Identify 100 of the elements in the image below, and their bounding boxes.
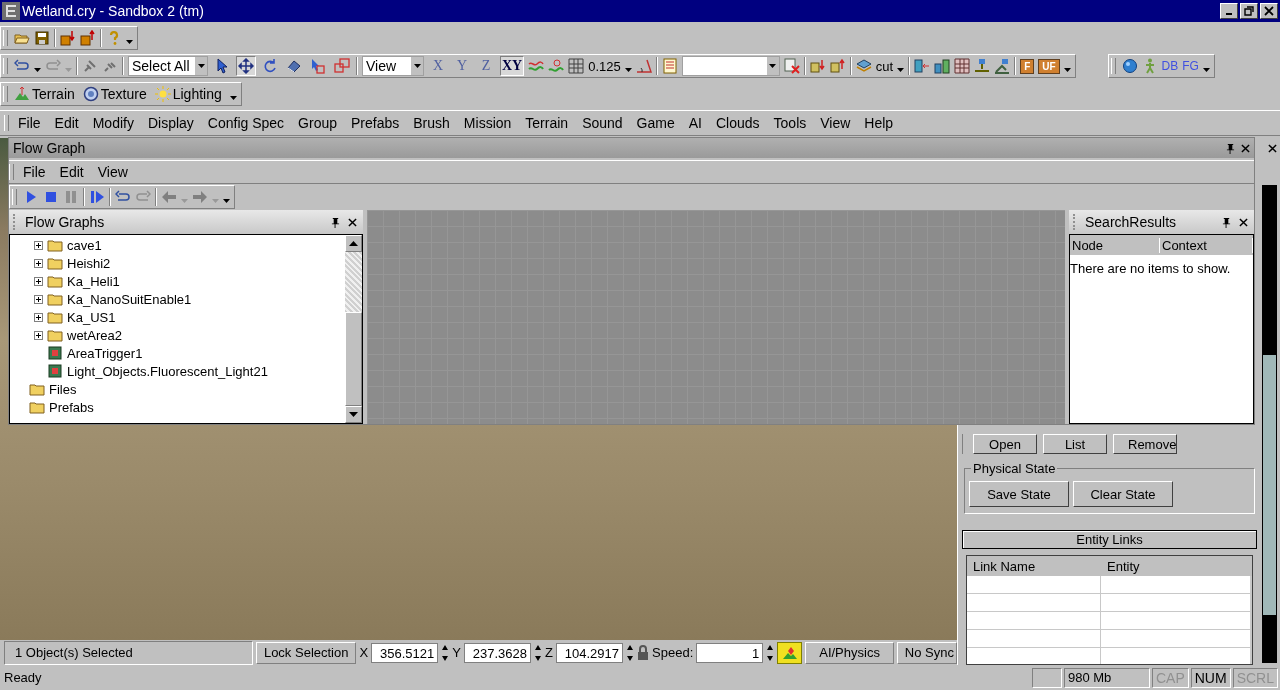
import-icon[interactable] — [60, 30, 76, 46]
expander-icon[interactable] — [34, 240, 43, 250]
menu-item[interactable]: AI — [681, 115, 709, 131]
mode-button[interactable]: Lighting — [154, 86, 222, 102]
menu-item[interactable]: View — [813, 115, 858, 131]
pin-icon[interactable] — [1226, 142, 1235, 154]
menu-item[interactable]: Edit — [47, 115, 86, 131]
back-arrow-icon[interactable] — [161, 189, 177, 205]
close-icon[interactable] — [1268, 144, 1277, 153]
state-button[interactable]: Clear State — [1073, 481, 1173, 507]
coordinate-field[interactable]: 237.3628 — [463, 642, 531, 663]
lock-selection-button[interactable]: Lock Selection — [255, 641, 357, 664]
menu-item[interactable]: View — [90, 164, 135, 180]
tree-item[interactable]: cave1 — [67, 237, 102, 253]
list-icon[interactable] — [661, 58, 678, 74]
coordinate-field[interactable]: 356.5121 — [371, 642, 439, 663]
forward-arrow-icon[interactable] — [192, 189, 208, 205]
grid-icon[interactable] — [568, 58, 585, 74]
delete-selection-icon[interactable] — [783, 58, 800, 74]
menu-item[interactable]: Group — [291, 115, 345, 131]
tree-item[interactable]: Ka_Heli1 — [67, 273, 120, 289]
menu-item[interactable]: Tools — [766, 115, 814, 131]
terrain-snap-icon[interactable] — [548, 58, 565, 74]
caret-icon[interactable] — [34, 68, 41, 72]
grid-size[interactable]: 0.125 — [588, 58, 621, 74]
menu-item[interactable]: Brush — [406, 115, 457, 131]
close-icon[interactable] — [1241, 143, 1250, 153]
menu-item[interactable]: File — [16, 164, 53, 180]
box-select-icon-button[interactable] — [332, 56, 352, 76]
tree-item[interactable]: AreaTrigger1 — [67, 345, 143, 361]
column-header[interactable]: Node — [1070, 237, 1160, 253]
menu-item[interactable]: Modify — [85, 115, 141, 131]
column-header[interactable]: Context — [1160, 237, 1253, 253]
menu-item[interactable]: Mission — [456, 115, 519, 131]
entity-button[interactable]: Remove — [1113, 434, 1177, 454]
tree-item[interactable]: Light_Objects.Fluorescent_Light21 — [67, 363, 268, 379]
column-header[interactable]: Link Name — [967, 558, 1101, 574]
caret-icon[interactable] — [897, 68, 905, 72]
menu-item[interactable]: Game — [629, 115, 682, 131]
sync-button[interactable]: No Sync — [896, 641, 957, 664]
expander-icon[interactable] — [34, 294, 43, 304]
close-button[interactable] — [1260, 3, 1278, 19]
stop-icon[interactable] — [43, 189, 59, 205]
tree-item[interactable]: Ka_US1 — [67, 309, 116, 325]
menu-item[interactable]: Sound — [575, 115, 630, 131]
tree-item[interactable]: Files — [49, 381, 77, 397]
restore-button[interactable] — [1240, 3, 1258, 19]
layers-icon[interactable] — [855, 58, 872, 74]
align-icon[interactable] — [934, 58, 951, 74]
layer-name[interactable]: cut — [875, 58, 894, 74]
tree-item[interactable]: wetArea2 — [67, 327, 122, 343]
named-selection-dropdown[interactable] — [681, 56, 780, 76]
entity-button[interactable]: Open — [973, 434, 1037, 454]
caret-icon[interactable] — [624, 68, 632, 72]
mode-button[interactable]: Texture — [82, 86, 147, 102]
menu-item[interactable]: File — [11, 115, 48, 131]
step-icon[interactable] — [89, 189, 105, 205]
save-icon[interactable] — [34, 30, 50, 46]
caret-icon[interactable] — [1063, 68, 1071, 72]
state-button[interactable]: Save State — [969, 481, 1069, 507]
link-icon[interactable] — [82, 58, 98, 74]
expander-icon[interactable] — [34, 258, 43, 268]
scrollbar[interactable] — [345, 235, 362, 423]
coordinate-field[interactable]: 104.2917 — [555, 642, 624, 663]
caret-icon[interactable] — [1202, 68, 1210, 72]
axis-button[interactable]: XY — [500, 56, 525, 76]
scrollbar[interactable] — [1262, 185, 1277, 663]
close-icon[interactable] — [348, 217, 357, 227]
menu-item[interactable]: Edit — [52, 164, 91, 180]
lock-icon[interactable] — [637, 644, 650, 661]
expander-icon[interactable] — [34, 312, 43, 322]
column-header[interactable]: Entity — [1101, 558, 1251, 574]
terrain-follow-icon[interactable] — [528, 58, 545, 74]
pin-icon[interactable] — [1222, 216, 1231, 228]
tree-item[interactable]: Heishi2 — [67, 255, 111, 271]
tree-item[interactable]: Prefabs — [49, 399, 94, 415]
menu-item[interactable]: Terrain — [518, 115, 576, 131]
expander-icon[interactable] — [34, 330, 43, 340]
close-icon[interactable] — [1239, 217, 1248, 227]
mode-button[interactable]: Terrain — [14, 86, 75, 102]
selection-dropdown[interactable]: Select All — [128, 56, 208, 76]
minimize-button[interactable] — [1220, 3, 1238, 19]
pin-icon[interactable] — [331, 216, 340, 228]
caret-icon[interactable] — [229, 96, 237, 100]
globe-icon[interactable] — [1121, 58, 1138, 74]
menu-item[interactable]: Prefabs — [344, 115, 407, 131]
ai-physics-button[interactable]: AI/Physics — [805, 641, 894, 664]
move-icon-button[interactable] — [236, 56, 256, 76]
menu-item[interactable]: Help — [857, 115, 901, 131]
caret-icon[interactable] — [126, 40, 133, 44]
entity-links-header[interactable]: Entity Links — [962, 530, 1257, 549]
tree-item[interactable]: Ka_NanoSuitEnable1 — [67, 291, 192, 307]
export-icon[interactable] — [80, 30, 96, 46]
menu-item[interactable]: Display — [140, 115, 201, 131]
coordinate-dropdown[interactable]: View — [362, 56, 424, 76]
menu-item[interactable]: Config Spec — [200, 115, 292, 131]
speed-field[interactable]: 1 — [696, 642, 764, 663]
menu-item[interactable]: Clouds — [708, 115, 767, 131]
expander-icon[interactable] — [34, 276, 43, 286]
entity-button[interactable]: List — [1043, 434, 1107, 454]
